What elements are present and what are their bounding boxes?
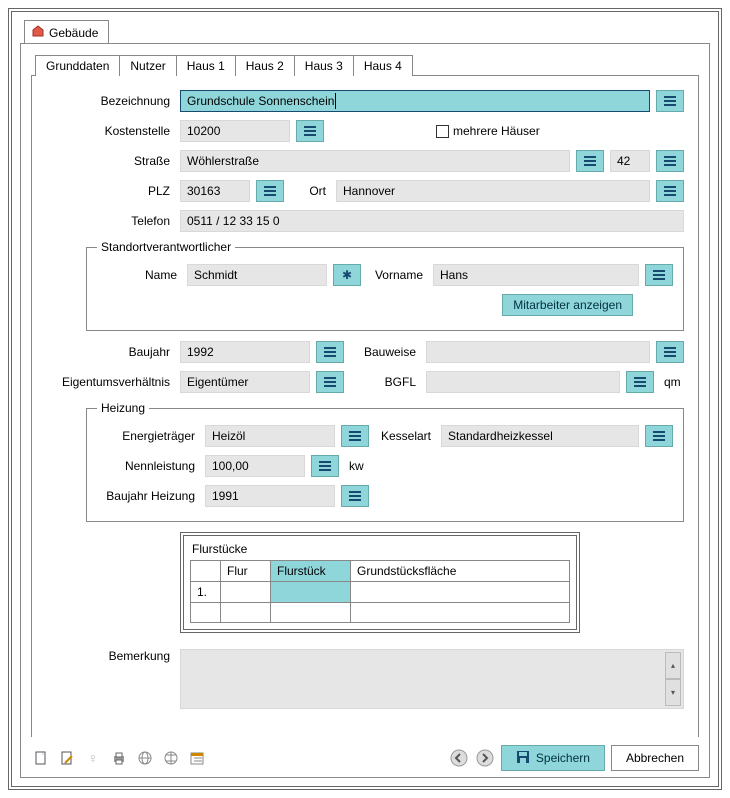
lookup-bgfl[interactable] [626, 371, 654, 393]
label-bezeichnung: Bezeichnung [46, 94, 174, 108]
save-icon [516, 750, 530, 767]
lookup-strasse[interactable] [576, 150, 604, 172]
tab-haus4[interactable]: Haus 4 [353, 55, 413, 76]
save-button[interactable]: Speichern [501, 745, 605, 771]
lookup-bezeichnung[interactable] [656, 90, 684, 112]
flur-col-flurstueck[interactable]: Flurstück [271, 561, 351, 582]
input-hausnr[interactable]: 42 [610, 150, 650, 172]
bulb-icon: ♀ [88, 750, 99, 766]
input-kesselart[interactable]: Standardheizkessel [441, 425, 639, 447]
flur-table[interactable]: Flur Flurstück Grundstücksfläche 1. [190, 560, 570, 623]
table-row[interactable] [191, 603, 570, 623]
label-baujahr: Baujahr [46, 345, 174, 359]
group-standort: Standortverantwortlicher Name Schmidt ✱ … [86, 240, 684, 331]
input-baujahr-heizung[interactable]: 1991 [205, 485, 335, 507]
tab-pane-grunddaten: Bezeichnung Grundschule Sonnenschein Kos… [31, 75, 699, 737]
lookup-bauweise[interactable] [656, 341, 684, 363]
lookup-ort[interactable] [656, 180, 684, 202]
scroll-down-icon: ▾ [665, 679, 681, 706]
lookup-kostenstelle[interactable] [296, 120, 324, 142]
label-nennleistung: Nennleistung [97, 459, 199, 473]
bulb-button[interactable]: ♀ [83, 748, 103, 768]
print-button[interactable] [109, 748, 129, 768]
checkbox-mehrere-haeuser[interactable]: mehrere Häuser [436, 124, 540, 138]
label-kw: kw [345, 459, 369, 473]
globe1-button[interactable] [135, 748, 155, 768]
input-vorname[interactable]: Hans [433, 264, 639, 286]
input-bezeichnung[interactable]: Grundschule Sonnenschein [180, 90, 650, 112]
legend-standort: Standortverantwortlicher [97, 240, 235, 254]
label-telefon: Telefon [46, 214, 174, 228]
label-qm: qm [660, 375, 684, 389]
bemerkung-scrollbar[interactable]: ▴ ▾ [665, 652, 681, 706]
forward-button[interactable] [475, 748, 495, 768]
input-baujahr[interactable]: 1992 [180, 341, 310, 363]
lookup-eigentum[interactable] [316, 371, 344, 393]
cancel-button[interactable]: Abbrechen [611, 745, 699, 771]
gear-icon: ✱ [342, 268, 352, 282]
checkbox-box [436, 125, 449, 138]
label-name: Name [97, 268, 181, 282]
label-energietraeger: Energieträger [97, 429, 199, 443]
checkbox-label: mehrere Häuser [453, 124, 540, 138]
label-bgfl: BGFL [350, 375, 420, 389]
scroll-up-icon: ▴ [665, 652, 681, 679]
input-kostenstelle[interactable]: 10200 [180, 120, 290, 142]
lookup-kesselart[interactable] [645, 425, 673, 447]
input-plz[interactable]: 30163 [180, 180, 250, 202]
flur-col-num[interactable] [191, 561, 221, 582]
lookup-hausnr[interactable] [656, 150, 684, 172]
label-bemerkung: Bemerkung [46, 649, 174, 663]
tab-haus3[interactable]: Haus 3 [294, 55, 354, 76]
input-bemerkung[interactable]: ▴ ▾ [180, 649, 684, 709]
label-vorname: Vorname [367, 268, 427, 282]
edit-doc-button[interactable] [57, 748, 77, 768]
input-bauweise[interactable] [426, 341, 650, 363]
globe2-button[interactable] [161, 748, 181, 768]
label-kostenstelle: Kostenstelle [46, 124, 174, 138]
new-doc-button[interactable] [31, 748, 51, 768]
input-bgfl[interactable] [426, 371, 620, 393]
flurstuecke-box: Flurstücke Flur Flurstück Grundstücksflä… [180, 532, 580, 633]
lookup-energietraeger[interactable] [341, 425, 369, 447]
group-heizung: Heizung Energieträger Heizöl Kesselart S… [86, 401, 684, 522]
label-flurstuecke: Flurstücke [192, 542, 570, 556]
window-tab[interactable]: Gebäude [24, 20, 109, 44]
input-eigentum[interactable]: Eigentümer [180, 371, 310, 393]
flur-col-flaeche[interactable]: Grundstücksfläche [351, 561, 570, 582]
lookup-baujahr-heizung[interactable] [341, 485, 369, 507]
flur-col-flur[interactable]: Flur [221, 561, 271, 582]
tab-haus1[interactable]: Haus 1 [176, 55, 236, 76]
label-baujahr-heizung: Baujahr Heizung [97, 489, 199, 503]
tab-nutzer[interactable]: Nutzer [119, 55, 176, 76]
building-icon [31, 24, 45, 41]
legend-heizung: Heizung [97, 401, 149, 415]
window-title: Gebäude [49, 26, 98, 40]
tabstrip: Grunddaten Nutzer Haus 1 Haus 2 Haus 3 H… [35, 54, 699, 75]
table-row[interactable]: 1. [191, 582, 570, 603]
input-telefon[interactable]: 0511 / 12 33 15 0 [180, 210, 684, 232]
tab-grunddaten[interactable]: Grunddaten [35, 55, 120, 76]
lookup-plz[interactable] [256, 180, 284, 202]
label-strasse: Straße [46, 154, 174, 168]
bottom-toolbar: ♀ Sp [31, 737, 699, 771]
show-employee-button[interactable]: Mitarbeiter anzeigen [502, 294, 633, 316]
input-strasse[interactable]: Wöhlerstraße [180, 150, 570, 172]
schedule-button[interactable] [187, 748, 207, 768]
tab-haus2[interactable]: Haus 2 [235, 55, 295, 76]
lookup-nennleistung[interactable] [311, 455, 339, 477]
input-nennleistung[interactable]: 100,00 [205, 455, 305, 477]
label-eigentum: Eigentumsverhältnis [46, 375, 174, 389]
input-energietraeger[interactable]: Heizöl [205, 425, 335, 447]
input-ort[interactable]: Hannover [336, 180, 650, 202]
input-name[interactable]: Schmidt [187, 264, 327, 286]
lookup-baujahr[interactable] [316, 341, 344, 363]
label-ort: Ort [290, 184, 330, 198]
back-button[interactable] [449, 748, 469, 768]
label-bauweise: Bauweise [350, 345, 420, 359]
label-plz: PLZ [46, 184, 174, 198]
gear-name-button[interactable]: ✱ [333, 264, 361, 286]
label-kesselart: Kesselart [375, 429, 435, 443]
lookup-vorname[interactable] [645, 264, 673, 286]
